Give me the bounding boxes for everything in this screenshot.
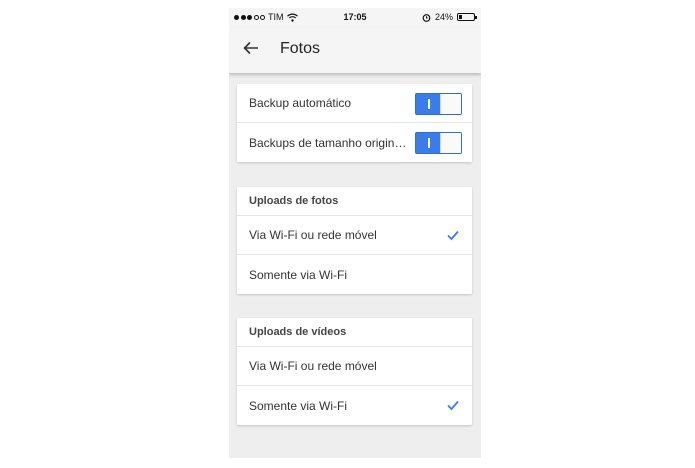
photo-uploads-header: Uploads de fotos [237,187,472,216]
page-title: Fotos [280,40,321,57]
option-label: Via Wi-Fi ou rede móvel [249,359,377,373]
video-upload-option-wifi-mobile[interactable]: Via Wi-Fi ou rede móvel [237,347,472,386]
status-bar: TIM 17:05 24% [229,8,481,28]
video-upload-option-wifi-only[interactable]: Somente via Wi-Fi [237,386,472,425]
option-label: Somente via Wi-Fi [249,267,348,282]
photo-upload-option-wifi-mobile[interactable]: Via Wi-Fi ou rede móvel [237,216,472,255]
video-uploads-header: Uploads de vídeos [237,318,472,347]
toggle-on-segment [416,133,443,153]
checkmark-icon [447,400,459,411]
battery-fill [459,15,462,19]
toggle-knob [440,94,461,114]
option-label: Via Wi-Fi ou rede móvel [249,228,377,242]
battery-icon [457,13,477,21]
toggle-knob [440,133,461,153]
backup-auto-label: Backup automático [249,96,352,110]
photo-uploads-card: Uploads de fotos Via Wi-Fi ou rede móvel… [237,187,472,294]
status-right: 24% [422,12,477,22]
backup-auto-toggle[interactable] [415,93,462,115]
option-label: Somente via Wi-Fi [249,398,348,413]
photo-upload-option-wifi-only[interactable]: Somente via Wi-Fi [237,255,472,294]
toggle-on-segment [416,94,443,114]
alarm-icon [422,13,431,22]
backup-auto-row[interactable]: Backup automático [237,84,472,123]
backup-card: Backup automático Backups de tamanho ori… [237,84,472,162]
photo-uploads-header-label: Uploads de fotos [249,195,339,207]
phone-screen: TIM 17:05 24% Fotos Backup automático Ba… [229,8,481,458]
arrow-left-icon[interactable] [241,38,261,58]
backup-original-size-row[interactable]: Backups de tamanho originais [237,123,472,162]
video-uploads-card: Uploads de vídeos Via Wi-Fi ou rede móve… [237,318,472,425]
app-bar: Fotos [229,28,481,73]
backup-original-size-label: Backups de tamanho originais [249,135,409,150]
battery-percent: 24% [434,12,453,22]
checkmark-icon [447,230,459,241]
video-uploads-header-label: Uploads de vídeos [249,326,347,338]
backup-original-size-toggle[interactable] [415,132,462,154]
